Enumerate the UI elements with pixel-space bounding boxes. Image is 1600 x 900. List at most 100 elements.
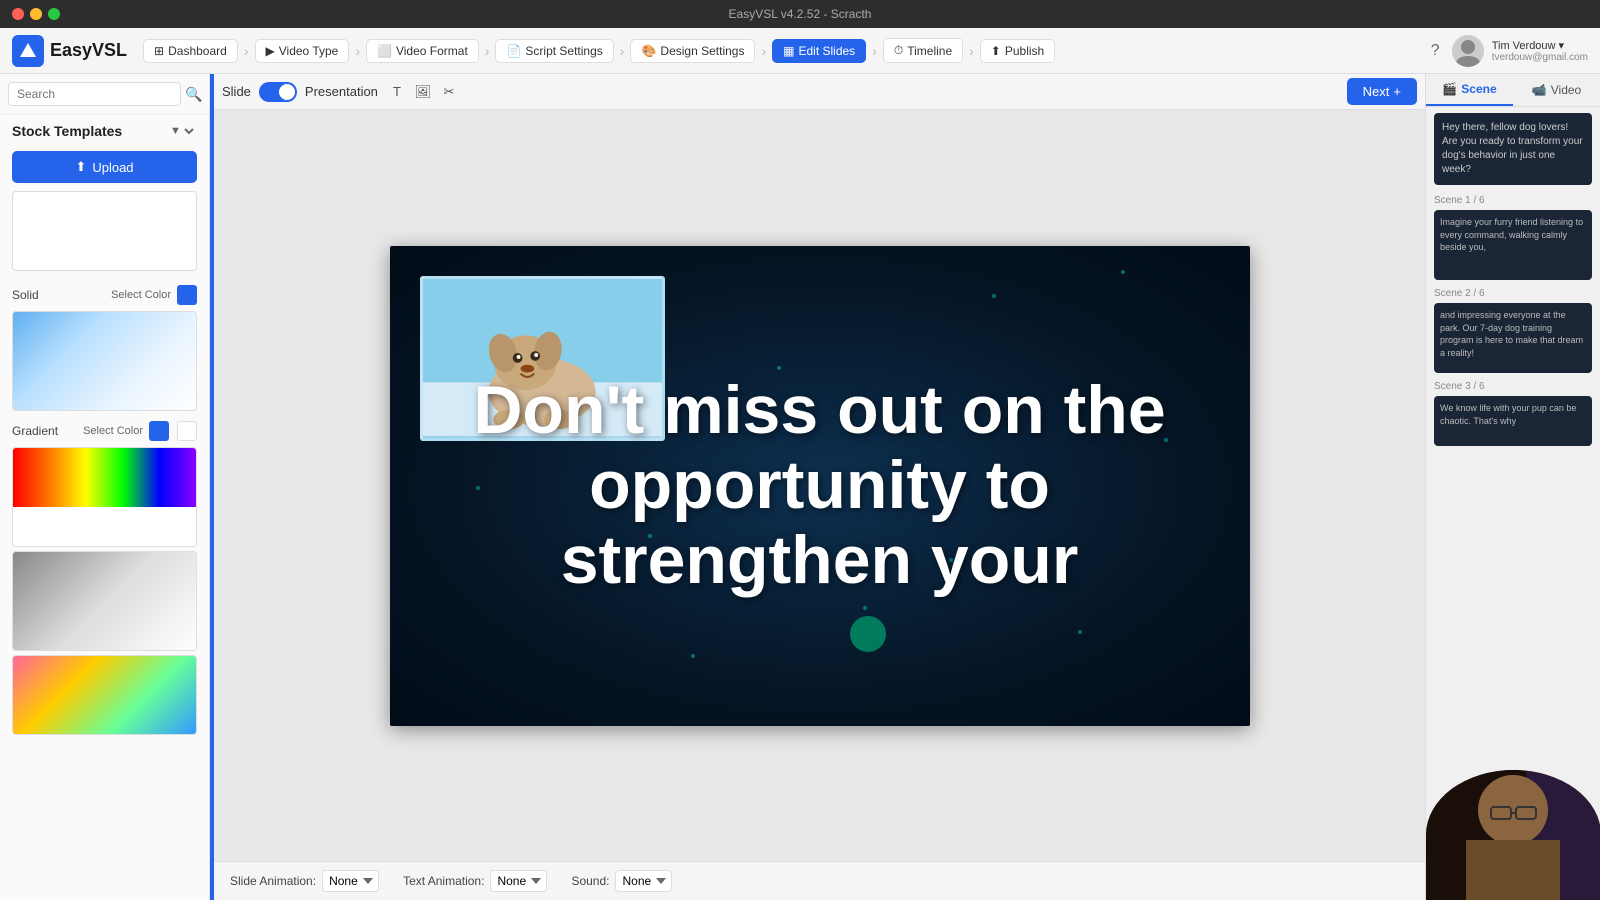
avatar xyxy=(1452,35,1484,67)
logo-area: EasyVSL xyxy=(12,35,127,67)
scene-counter-3: Scene 3 / 6 xyxy=(1434,381,1592,392)
right-panel: 🎬 Scene 📹 Video Hey there, fellow dog lo… xyxy=(1425,74,1600,900)
gray-swatch[interactable] xyxy=(12,551,197,651)
scene-4-text: We know life with your pup can be chaoti… xyxy=(1434,396,1592,433)
center-content: Slide Presentation T 🖼 ✂ Next + xyxy=(214,74,1425,900)
toggle-thumb xyxy=(279,84,295,100)
close-btn[interactable] xyxy=(12,8,24,20)
solid-section: Solid Select Color xyxy=(0,279,209,311)
nav-publish[interactable]: ⬆ Publish xyxy=(980,39,1055,63)
user-info: Tim Verdouw ▾ tverdouw@gmail.com xyxy=(1492,39,1588,63)
nav-video-format[interactable]: ⬜ Video Format xyxy=(366,39,479,63)
gradient-color-btn-2[interactable] xyxy=(177,421,197,441)
slide-main-text: Don't miss out on the opportunity to str… xyxy=(390,373,1250,597)
scene-3-text: and impressing everyone at the park. Our… xyxy=(1434,303,1592,365)
slide-toggle: Slide Presentation xyxy=(222,82,378,102)
next-icon: + xyxy=(1393,84,1401,99)
gradient-swatch-blue[interactable] xyxy=(12,311,197,411)
crop-tool[interactable]: ✂ xyxy=(438,81,460,103)
slide-label: Slide xyxy=(222,84,251,99)
left-sidebar: 🔍 Stock Templates ▼ ⬆ Upload Solid Selec… xyxy=(0,74,210,900)
stock-templates-label: Stock Templates xyxy=(12,123,122,139)
scene-preview-4[interactable]: We know life with your pup can be chaoti… xyxy=(1434,396,1592,446)
right-panel-tabs: 🎬 Scene 📹 Video xyxy=(1426,74,1600,107)
scene-preview-2[interactable]: Imagine your furry friend listening to e… xyxy=(1434,210,1592,280)
colorful-swatch[interactable] xyxy=(12,655,197,735)
nav-dashboard[interactable]: ⊞ Dashboard xyxy=(143,39,238,63)
webcam-container xyxy=(1426,762,1600,900)
nav-edit-slides[interactable]: ▦ Edit Slides xyxy=(772,39,866,63)
search-button[interactable]: 🔍 xyxy=(185,86,202,103)
title-bar: EasyVSL v4.2.52 - Scracth xyxy=(0,0,1600,28)
rainbow-gradient xyxy=(13,448,196,507)
webcam-feed xyxy=(1426,770,1600,900)
nav-script-settings[interactable]: 📄 Script Settings xyxy=(495,39,613,63)
text-animation-label: Text Animation: xyxy=(403,874,484,888)
window-title: EasyVSL v4.2.52 - Scracth xyxy=(729,7,872,21)
select-color-label: Select Color xyxy=(111,289,171,301)
next-button[interactable]: Next + xyxy=(1347,78,1417,105)
app-logo xyxy=(12,35,44,67)
slide-animation-select[interactable]: None xyxy=(322,870,379,892)
video-type-icon: ▶ xyxy=(266,44,275,58)
scene-tab-label: Scene xyxy=(1461,82,1496,96)
image-tool[interactable]: 🖼 xyxy=(412,81,434,103)
upload-button[interactable]: ⬆ Upload xyxy=(12,151,197,183)
gradient-label: Gradient xyxy=(12,424,58,438)
solid-color-button[interactable] xyxy=(177,285,197,305)
slides-icon: ▦ xyxy=(783,44,794,58)
rainbow-white xyxy=(13,507,196,546)
video-tab-label: Video xyxy=(1551,83,1581,97)
text-animation-item: Text Animation: None xyxy=(403,870,547,892)
design-icon: 🎨 xyxy=(641,44,656,58)
presentation-label: Presentation xyxy=(305,84,378,99)
dashboard-icon: ⊞ xyxy=(154,44,164,58)
sound-label: Sound: xyxy=(571,874,609,888)
slide-toggle-switch[interactable] xyxy=(259,82,297,102)
minimize-btn[interactable] xyxy=(30,8,42,20)
slide-canvas[interactable]: Don't miss out on the opportunity to str… xyxy=(390,246,1250,726)
app-name: EasyVSL xyxy=(50,40,127,61)
template-preview-empty xyxy=(12,191,197,271)
video-tab-icon: 📹 xyxy=(1532,83,1547,97)
main-layout: 🔍 Stock Templates ▼ ⬆ Upload Solid Selec… xyxy=(0,74,1600,900)
nav-timeline[interactable]: ⏱ Timeline xyxy=(883,38,963,63)
sound-select[interactable]: None xyxy=(615,870,672,892)
canvas-area: Don't miss out on the opportunity to str… xyxy=(214,110,1425,861)
slide-text-overlay: Don't miss out on the opportunity to str… xyxy=(390,246,1250,726)
timeline-icon: ⏱ xyxy=(894,43,903,58)
nav-video-type[interactable]: ▶ Video Type xyxy=(255,39,350,63)
text-animation-select[interactable]: None xyxy=(490,870,547,892)
user-area: Tim Verdouw ▾ tverdouw@gmail.com xyxy=(1452,35,1588,67)
search-input[interactable] xyxy=(8,82,181,106)
gradient-select-label: Select Color xyxy=(83,425,143,437)
rainbow-swatch-1[interactable] xyxy=(12,447,197,547)
templates-dropdown[interactable]: ▼ xyxy=(166,124,197,138)
gradient-color-btn-1[interactable] xyxy=(149,421,169,441)
slide-animation-label: Slide Animation: xyxy=(230,874,316,888)
scene-counter-1: Scene 1 / 6 xyxy=(1434,195,1592,206)
video-format-icon: ⬜ xyxy=(377,44,392,58)
sound-animation-item: Sound: None xyxy=(571,870,672,892)
solid-label: Solid xyxy=(12,288,39,302)
text-tool[interactable]: T xyxy=(386,81,408,103)
scene-preview-3[interactable]: and impressing everyone at the park. Our… xyxy=(1434,303,1592,373)
tab-video[interactable]: 📹 Video xyxy=(1513,74,1600,106)
toolbar-icons: T 🖼 ✂ xyxy=(386,81,460,103)
scene-tab-icon: 🎬 xyxy=(1442,82,1457,96)
maximize-btn[interactable] xyxy=(48,8,60,20)
slide-animation-item: Slide Animation: None xyxy=(230,870,379,892)
bottom-bar: Slide Animation: None Text Animation: No… xyxy=(214,861,1425,900)
upload-label: Upload xyxy=(92,160,133,175)
user-name: Tim Verdouw ▾ xyxy=(1492,39,1588,52)
gradient-section: Gradient Select Color xyxy=(0,415,209,447)
nav-design-settings[interactable]: 🎨 Design Settings xyxy=(630,39,755,63)
scene-2-text: Imagine your furry friend listening to e… xyxy=(1434,210,1592,260)
help-button[interactable]: ? xyxy=(1431,42,1440,60)
scene-preview-1[interactable]: Hey there, fellow dog lovers! Are you re… xyxy=(1434,113,1592,185)
tab-scene[interactable]: 🎬 Scene xyxy=(1426,74,1513,106)
window-controls[interactable] xyxy=(12,8,60,20)
scene-1-text: Hey there, fellow dog lovers! Are you re… xyxy=(1442,121,1584,177)
script-icon: 📄 xyxy=(506,44,521,58)
slide-toolbar: Slide Presentation T 🖼 ✂ Next + xyxy=(214,74,1425,110)
